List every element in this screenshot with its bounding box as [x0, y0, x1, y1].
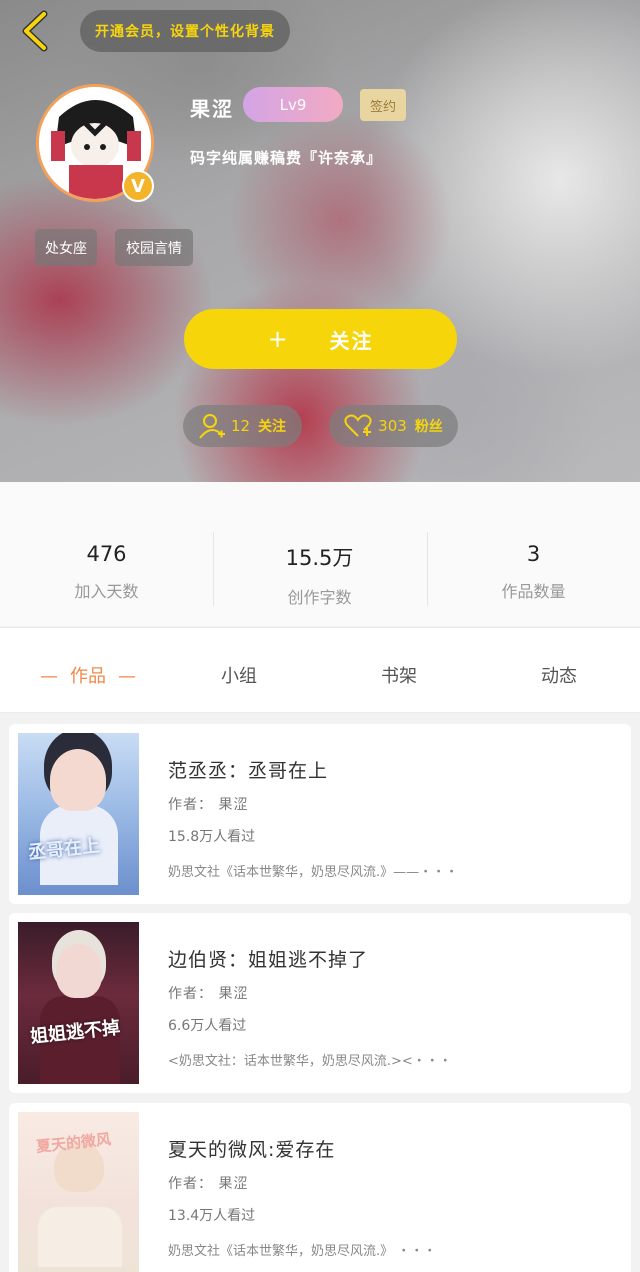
- avatar[interactable]: V: [36, 84, 154, 202]
- plus-icon: +: [267, 325, 290, 353]
- book-views: 15.8万人看过: [168, 829, 256, 845]
- follow-button-label: 关注: [329, 328, 374, 353]
- book-title: 边伯贤：姐姐逃不掉了: [168, 949, 369, 971]
- tab-works[interactable]: — 作品 —: [28, 662, 148, 688]
- tab-active-dash: —: [118, 666, 136, 687]
- signed-badge: 签约: [360, 89, 406, 121]
- following-label: 关注: [258, 419, 287, 435]
- chevron-left-icon: [22, 10, 48, 52]
- stats-row: 476 加入天数 15.5万 创作字数 3 作品数量: [0, 482, 640, 626]
- stat-divider: [213, 532, 214, 606]
- back-button[interactable]: [18, 10, 54, 52]
- book-card[interactable]: 丞哥在上 范丞丞：丞哥在上 作者： 果涩 15.8万人看过 奶思文社《话本世繁华…: [9, 724, 631, 904]
- tab-works-label: 作品: [70, 666, 106, 687]
- tab-bookshelf[interactable]: 书架: [381, 662, 417, 688]
- stat-works: 3 作品数量: [427, 542, 640, 602]
- follow-button[interactable]: + 关注: [184, 309, 457, 369]
- profile-header: 开通会员，设置个性化背景 V 果涩 Lv9 签约 码字纯属赚稿费『许奈承』 处女…: [0, 0, 640, 482]
- heart-icon: [344, 414, 372, 437]
- tag-zodiac[interactable]: 处女座: [35, 229, 97, 266]
- fans-label: 粉丝: [414, 419, 443, 435]
- book-description: 奶思文社《话本世繁华，奶思尽风流.》——・・・: [168, 865, 459, 880]
- stat-days: 476 加入天数: [0, 542, 213, 602]
- stat-days-value: 476: [86, 542, 127, 566]
- fans-count: 303: [378, 417, 407, 435]
- vip-background-prompt[interactable]: 开通会员，设置个性化背景: [80, 10, 290, 52]
- stat-words-label: 创作字数: [287, 588, 352, 607]
- book-cover: 姐姐逃不掉: [18, 922, 139, 1084]
- tab-feed[interactable]: 动态: [541, 662, 577, 688]
- book-author: 作者： 果涩: [168, 986, 249, 1002]
- add-user-icon: [199, 414, 225, 439]
- book-author: 作者： 果涩: [168, 797, 249, 813]
- username: 果涩: [190, 97, 234, 121]
- book-views: 13.4万人看过: [168, 1208, 256, 1224]
- book-views: 6.6万人看过: [168, 1018, 247, 1034]
- stat-divider: [427, 532, 428, 606]
- book-title: 范丞丞：丞哥在上: [168, 760, 329, 782]
- book-card[interactable]: 夏天的微风 夏天的微风:爱存在 作者： 果涩 13.4万人看过 奶思文社《话本世…: [9, 1103, 631, 1272]
- stat-words-value: 15.5万: [285, 546, 354, 570]
- stat-words: 15.5万 创作字数: [213, 542, 426, 608]
- book-cover-title: 夏天的微风: [35, 1130, 112, 1156]
- book-cover: 丞哥在上: [18, 733, 139, 895]
- stat-works-label: 作品数量: [501, 582, 566, 601]
- tab-bar: — 作品 — 小组 书架 动态: [0, 627, 640, 713]
- tag-genre[interactable]: 校园言情: [115, 229, 193, 266]
- stat-works-value: 3: [526, 542, 541, 566]
- fans-button[interactable]: 303 粉丝: [329, 405, 458, 447]
- tab-active-dash: —: [40, 666, 58, 687]
- stat-days-label: 加入天数: [74, 582, 139, 601]
- book-card[interactable]: 姐姐逃不掉 边伯贤：姐姐逃不掉了 作者： 果涩 6.6万人看过 <奶思文社：话本…: [9, 913, 631, 1093]
- level-badge: Lv9: [243, 87, 343, 122]
- following-button[interactable]: 12 关注: [183, 405, 302, 447]
- book-cover: 夏天的微风: [18, 1112, 139, 1272]
- tab-group[interactable]: 小组: [221, 662, 257, 688]
- book-description: <奶思文社：话本世繁华，奶思尽风流.><・・・: [168, 1054, 452, 1069]
- user-bio: 码字纯属赚稿费『许奈承』: [190, 149, 383, 167]
- following-count: 12: [230, 417, 251, 435]
- book-author: 作者： 果涩: [168, 1176, 249, 1192]
- verified-badge-icon: V: [122, 170, 154, 202]
- book-description: 奶思文社《话本世繁华，奶思尽风流.》 ・・・: [168, 1244, 437, 1259]
- book-title: 夏天的微风:爱存在: [168, 1139, 336, 1161]
